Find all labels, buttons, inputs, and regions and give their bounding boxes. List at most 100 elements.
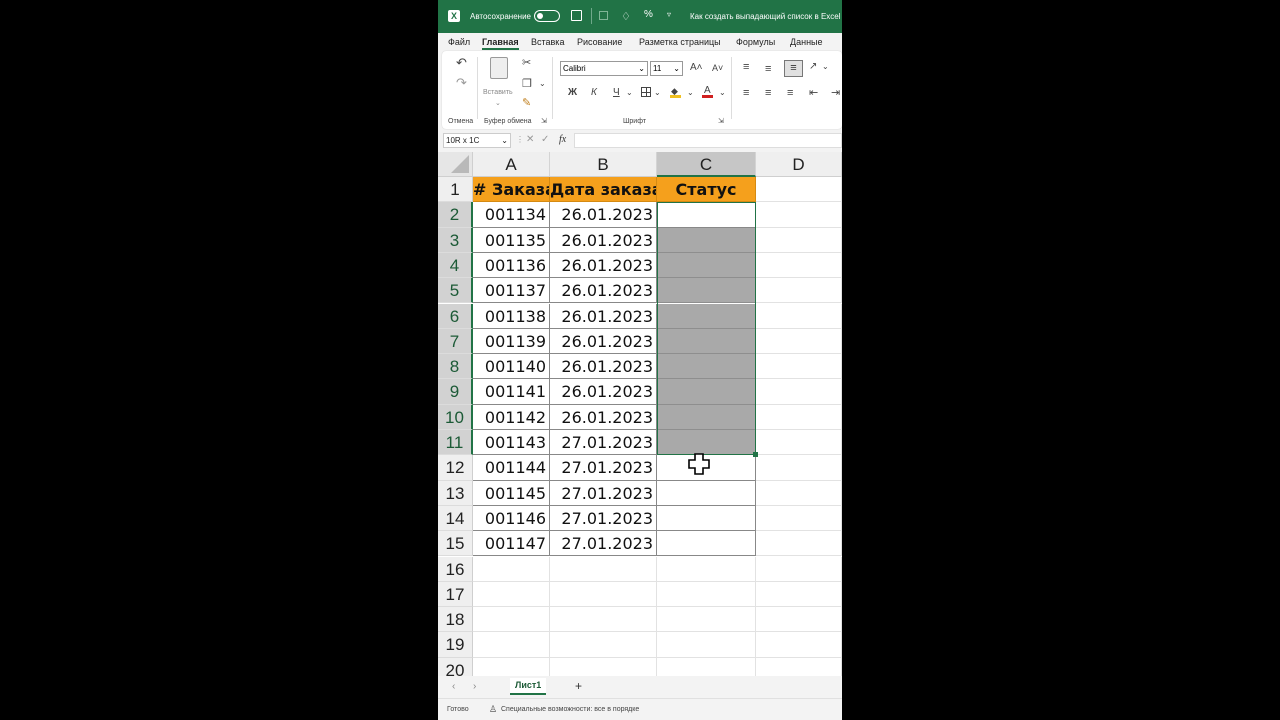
column-header-a[interactable]: A: [473, 152, 550, 177]
align-right-icon[interactable]: ≡: [787, 87, 793, 99]
font-name-select[interactable]: Calibri ⌄: [560, 61, 648, 76]
table-cell[interactable]: [657, 354, 756, 380]
orientation-dropdown-icon[interactable]: ⌄: [822, 61, 829, 73]
row-header-7[interactable]: 7: [438, 328, 473, 355]
font-size-select[interactable]: 11 ⌄: [650, 61, 683, 76]
underline-button[interactable]: Ч: [613, 87, 620, 99]
empty-cell[interactable]: [473, 607, 550, 633]
row-header-19[interactable]: 19: [438, 632, 473, 658]
table-cell[interactable]: 001147: [473, 531, 550, 557]
table-cell[interactable]: 26.01.2023: [550, 379, 657, 405]
row-header-3[interactable]: 3: [438, 227, 473, 253]
row-header-14[interactable]: 14: [438, 505, 473, 532]
paste-label[interactable]: Вставить: [483, 89, 513, 96]
empty-cell[interactable]: [756, 632, 842, 658]
table-cell[interactable]: 001136: [473, 252, 550, 279]
spreadsheet-grid[interactable]: A B C D 1 2 3 4 5 6 7 8 9 10 11 12 13 14 15 16 17 18 19 20 # Зак…: [438, 152, 842, 682]
table-cell[interactable]: 001141: [473, 379, 550, 405]
column-header-b[interactable]: B: [550, 152, 657, 177]
align-bottom-icon[interactable]: ≡: [784, 60, 803, 77]
fill-handle[interactable]: [753, 452, 758, 458]
table-cell[interactable]: [657, 480, 756, 506]
row-header-12[interactable]: 12: [438, 455, 473, 481]
table-cell[interactable]: [657, 505, 756, 532]
table-cell[interactable]: [657, 227, 756, 253]
table-cell[interactable]: 26.01.2023: [550, 354, 657, 380]
fill-color-icon[interactable]: ◆: [670, 86, 681, 98]
empty-cell[interactable]: [756, 505, 842, 532]
table-cell[interactable]: 26.01.2023: [550, 202, 657, 228]
align-middle-icon[interactable]: ≡: [765, 63, 771, 75]
save-icon[interactable]: [571, 10, 582, 21]
table-cell[interactable]: 001134: [473, 202, 550, 228]
empty-cell[interactable]: [756, 404, 842, 430]
accessibility-status[interactable]: Специальные возможности: все в порядке: [501, 706, 639, 713]
table-cell[interactable]: [657, 202, 756, 228]
redo-icon[interactable]: ↷: [456, 76, 467, 89]
table-cell[interactable]: 001137: [473, 278, 550, 304]
scroll-left-icon[interactable]: ‹: [452, 681, 455, 692]
empty-cell[interactable]: [756, 278, 842, 304]
borders-dropdown-icon[interactable]: ⌄: [654, 87, 661, 99]
table-cell[interactable]: [657, 379, 756, 405]
empty-cell[interactable]: [550, 556, 657, 582]
font-color-icon[interactable]: A: [702, 85, 713, 98]
table-cell[interactable]: 001142: [473, 404, 550, 430]
empty-cell[interactable]: [550, 607, 657, 633]
cut-icon[interactable]: ✂: [522, 57, 531, 69]
row-header-6[interactable]: 6: [438, 303, 473, 329]
copy-icon[interactable]: ❐: [522, 78, 532, 90]
autosave-toggle[interactable]: [534, 10, 560, 22]
row-header-15[interactable]: 15: [438, 531, 473, 557]
empty-cell[interactable]: [756, 379, 842, 405]
table-cell[interactable]: 27.01.2023: [550, 505, 657, 532]
tab-insert[interactable]: Вставка: [531, 37, 564, 47]
table-header-cell[interactable]: Статус: [657, 177, 756, 203]
table-cell[interactable]: 001135: [473, 227, 550, 253]
table-header-cell[interactable]: # Заказа: [473, 177, 550, 203]
empty-cell[interactable]: [756, 480, 842, 506]
sheet-tab-active[interactable]: Лист1: [510, 678, 547, 695]
paste-dropdown-icon[interactable]: ⌄: [495, 98, 501, 110]
empty-cell[interactable]: [756, 430, 842, 456]
table-cell[interactable]: [657, 531, 756, 557]
row-header-17[interactable]: 17: [438, 581, 473, 608]
table-cell[interactable]: 27.01.2023: [550, 455, 657, 481]
tab-file[interactable]: Файл: [448, 37, 470, 47]
empty-cell[interactable]: [756, 581, 842, 608]
table-cell[interactable]: 001145: [473, 480, 550, 506]
table-cell[interactable]: 001144: [473, 455, 550, 481]
empty-cell[interactable]: [657, 632, 756, 658]
table-cell[interactable]: 001140: [473, 354, 550, 380]
format-painter-icon[interactable]: ✎: [522, 97, 531, 109]
insert-function-icon[interactable]: fx: [559, 134, 566, 145]
empty-cell[interactable]: [756, 328, 842, 355]
paste-icon[interactable]: [490, 57, 508, 79]
row-header-1[interactable]: 1: [438, 177, 473, 203]
table-cell[interactable]: [657, 252, 756, 279]
row-header-10[interactable]: 10: [438, 404, 473, 430]
table-cell[interactable]: 26.01.2023: [550, 404, 657, 430]
copy-dropdown-icon[interactable]: ⌄: [539, 78, 546, 90]
table-header-cell[interactable]: Дата заказа: [550, 177, 657, 203]
table-cell[interactable]: 26.01.2023: [550, 328, 657, 355]
tab-draw[interactable]: Рисование: [577, 37, 622, 47]
table-cell[interactable]: 27.01.2023: [550, 430, 657, 456]
align-left-icon[interactable]: ≡: [743, 87, 749, 99]
empty-cell[interactable]: [550, 632, 657, 658]
table-cell[interactable]: [657, 404, 756, 430]
table-cell[interactable]: 001146: [473, 505, 550, 532]
borders-icon[interactable]: [641, 87, 651, 97]
orientation-icon[interactable]: ↗: [809, 61, 817, 73]
table-cell[interactable]: 27.01.2023: [550, 480, 657, 506]
grow-font-button[interactable]: A˄: [690, 62, 703, 74]
empty-cell[interactable]: [657, 581, 756, 608]
name-box[interactable]: 10R x 1C ⌄: [443, 133, 511, 148]
table-cell[interactable]: [657, 278, 756, 304]
empty-cell[interactable]: [473, 581, 550, 608]
tab-formulas[interactable]: Формулы: [736, 37, 775, 47]
row-header-13[interactable]: 13: [438, 480, 473, 506]
table-cell[interactable]: 001139: [473, 328, 550, 355]
empty-cell[interactable]: [756, 455, 842, 481]
empty-cell[interactable]: [756, 202, 842, 228]
